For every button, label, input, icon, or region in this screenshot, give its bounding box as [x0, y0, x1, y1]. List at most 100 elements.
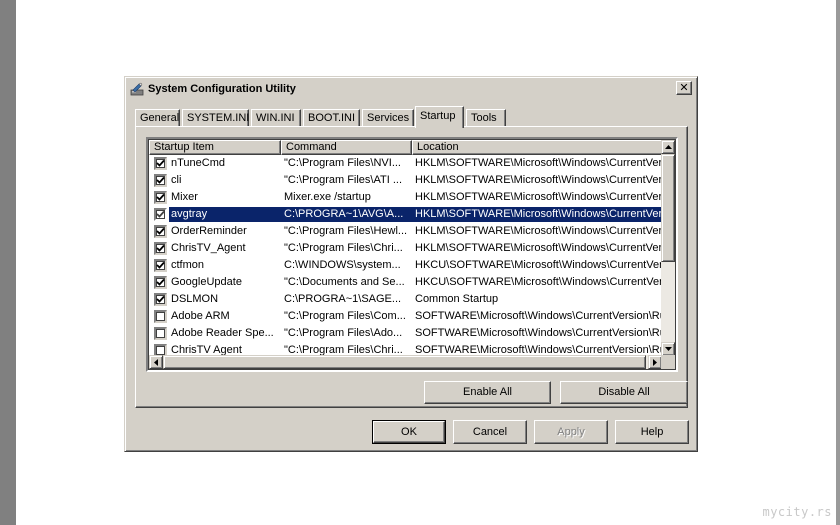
scroll-left-button[interactable]	[149, 355, 163, 369]
startup-item-command: "C:\Program Files\ATI ...	[284, 174, 402, 186]
horizontal-scrollbar[interactable]	[149, 355, 662, 369]
close-button[interactable]: ✕	[676, 81, 692, 95]
table-row[interactable]: cli "C:\Program Files\ATI ... HKLM\SOFTWAR…	[149, 172, 661, 189]
table-row[interactable]: nTuneCmd "C:\Program Files\NVI... HKLM\SOF…	[149, 155, 661, 172]
startup-item-command: C:\PROGRA~1\SAGE...	[284, 293, 402, 305]
scroll-down-button[interactable]	[661, 342, 675, 356]
startup-item-name: Adobe ARM	[171, 310, 230, 322]
startup-item-command-cell: "C:\Program Files\Hewl...	[282, 223, 409, 240]
startup-item-location-cell: SOFTWARE\Microsoft\Windows\CurrentVersio…	[413, 325, 661, 342]
startup-item-location-cell: HKLM\SOFTWARE\Microsoft\Windows\CurrentV…	[413, 189, 661, 206]
startup-item-name-cell: DSLMON	[169, 291, 279, 308]
site-watermark: mycity.rs	[762, 505, 832, 519]
startup-item-name-cell: nTuneCmd	[169, 155, 279, 172]
msconfig-app-icon	[130, 82, 144, 96]
startup-item-command: "C:\Program Files\Com...	[284, 310, 406, 322]
startup-item-command: C:\PROGRA~1\AVG\A...	[284, 208, 404, 220]
startup-tab-panel: Startup Item Command Location nTuneCmd "C…	[135, 126, 688, 408]
startup-item-location: HKLM\SOFTWARE\Microsoft\Windows\CurrentV…	[415, 157, 661, 169]
startup-item-location-cell: HKLM\SOFTWARE\Microsoft\Windows\CurrentV…	[413, 240, 661, 257]
checkmark-icon	[156, 261, 165, 269]
tab-boot-ini[interactable]: BOOT.INI	[303, 109, 360, 127]
startup-item-checkbox[interactable]	[154, 157, 167, 170]
startup-item-checkbox[interactable]	[154, 293, 167, 306]
column-header-location[interactable]: Location	[412, 140, 669, 155]
startup-item-checkbox[interactable]	[154, 242, 167, 255]
startup-item-location-cell: SOFTWARE\Microsoft\Windows\CurrentVersio…	[413, 308, 661, 325]
tab-startup[interactable]: Startup	[415, 106, 464, 128]
startup-item-command: "C:\Documents and Se...	[284, 276, 405, 288]
startup-item-name: Mixer	[171, 191, 198, 203]
table-row[interactable]: ChrisTV_Agent "C:\Program Files\Chri... HK…	[149, 240, 661, 257]
tab-win-ini[interactable]: WIN.INI	[251, 109, 301, 127]
startup-item-location-cell: HKLM\SOFTWARE\Microsoft\Windows\CurrentV…	[413, 223, 661, 240]
startup-item-checkbox[interactable]	[154, 310, 167, 323]
startup-item-checkbox[interactable]	[154, 208, 167, 221]
vertical-scroll-thumb[interactable]	[661, 154, 675, 262]
table-row[interactable]: Adobe ARM "C:\Program Files\Com... SOFTWAR…	[149, 308, 661, 325]
startup-item-location: HKCU\SOFTWARE\Microsoft\Windows\CurrentV…	[415, 259, 661, 271]
table-row[interactable]: Adobe Reader Spe... "C:\Program Files\Ado…	[149, 325, 661, 342]
column-header-command[interactable]: Command	[281, 140, 412, 155]
tab-system-ini[interactable]: SYSTEM.INI	[182, 109, 249, 127]
startup-item-command-cell: C:\PROGRA~1\AVG\A...	[282, 206, 409, 223]
scroll-up-button[interactable]	[661, 140, 675, 154]
startup-item-command: "C:\Program Files\Chri...	[284, 242, 403, 254]
title-bar[interactable]: System Configuration Utility ✕	[128, 80, 694, 98]
startup-item-command-cell: Mixer.exe /startup	[282, 189, 409, 206]
screen-edge	[836, 0, 840, 525]
horizontal-scroll-thumb[interactable]	[163, 355, 646, 369]
startup-item-name: nTuneCmd	[171, 157, 226, 169]
background-window-edge	[0, 0, 16, 525]
tab-general[interactable]: General	[135, 109, 180, 127]
tab-services[interactable]: Services	[362, 109, 414, 127]
table-row[interactable]: avgtray C:\PROGRA~1\AVG\A... HKLM\SOFTWARE…	[149, 206, 661, 223]
startup-item-location: SOFTWARE\Microsoft\Windows\CurrentVersio…	[415, 327, 661, 339]
startup-item-name-cell: OrderReminder	[169, 223, 279, 240]
table-row[interactable]: DSLMON C:\PROGRA~1\SAGE... Common Startup	[149, 291, 661, 308]
startup-item-checkbox[interactable]	[154, 259, 167, 272]
startup-item-location: HKLM\SOFTWARE\Microsoft\Windows\CurrentV…	[415, 208, 661, 220]
startup-item-checkbox[interactable]	[154, 191, 167, 204]
startup-item-checkbox[interactable]	[154, 276, 167, 289]
enable-all-button[interactable]: Enable All	[424, 381, 551, 404]
cancel-button[interactable]: Cancel	[453, 420, 527, 444]
startup-item-command: "C:\Program Files\Hewl...	[284, 225, 408, 237]
tab-tools[interactable]: Tools	[466, 109, 506, 127]
scroll-right-button[interactable]	[648, 355, 662, 369]
table-row[interactable]: Mixer Mixer.exe /startup HKLM\SOFTWARE\Mic…	[149, 189, 661, 206]
checkmark-icon	[156, 278, 165, 286]
startup-item-name-cell: Adobe Reader Spe...	[169, 325, 279, 342]
startup-item-command-cell: C:\PROGRA~1\SAGE...	[282, 291, 409, 308]
ok-button[interactable]: OK	[372, 420, 446, 444]
startup-item-name-cell: GoogleUpdate	[169, 274, 279, 291]
startup-item-checkbox[interactable]	[154, 174, 167, 187]
table-row[interactable]: GoogleUpdate "C:\Documents and Se... HKCU\…	[149, 274, 661, 291]
system-configuration-dialog: System Configuration Utility ✕ General S…	[124, 76, 698, 452]
startup-item-checkbox[interactable]	[154, 225, 167, 238]
startup-item-name: GoogleUpdate	[171, 276, 242, 288]
startup-item-command-cell: "C:\Program Files\Ado...	[282, 325, 409, 342]
startup-item-name: cli	[171, 174, 182, 186]
column-header-startup-item[interactable]: Startup Item	[149, 140, 281, 155]
startup-items-list[interactable]: Startup Item Command Location nTuneCmd "C…	[146, 137, 678, 372]
disable-all-button[interactable]: Disable All	[560, 381, 688, 404]
table-row[interactable]: ctfmon C:\WINDOWS\system... HKCU\SOFTWARE\…	[149, 257, 661, 274]
startup-item-location: HKLM\SOFTWARE\Microsoft\Windows\CurrentV…	[415, 191, 661, 203]
checkmark-icon	[156, 244, 165, 252]
startup-item-name-cell: Adobe ARM	[169, 308, 279, 325]
startup-item-location-cell: HKCU\SOFTWARE\Microsoft\Windows\CurrentV…	[413, 274, 661, 291]
startup-item-command-cell: "C:\Program Files\Com...	[282, 308, 409, 325]
checkmark-icon	[156, 210, 165, 218]
startup-item-command-cell: C:\WINDOWS\system...	[282, 257, 409, 274]
help-button[interactable]: Help	[615, 420, 689, 444]
startup-item-location: HKLM\SOFTWARE\Microsoft\Windows\CurrentV…	[415, 174, 661, 186]
apply-button[interactable]: Apply	[534, 420, 608, 444]
startup-item-name: Adobe Reader Spe...	[171, 327, 274, 339]
startup-item-location: HKLM\SOFTWARE\Microsoft\Windows\CurrentV…	[415, 242, 661, 254]
table-row[interactable]: OrderReminder "C:\Program Files\Hewl... HK…	[149, 223, 661, 240]
vertical-scrollbar[interactable]	[661, 140, 675, 356]
startup-item-command-cell: "C:\Documents and Se...	[282, 274, 409, 291]
startup-item-command: Mixer.exe /startup	[284, 191, 371, 203]
startup-item-checkbox[interactable]	[154, 327, 167, 340]
